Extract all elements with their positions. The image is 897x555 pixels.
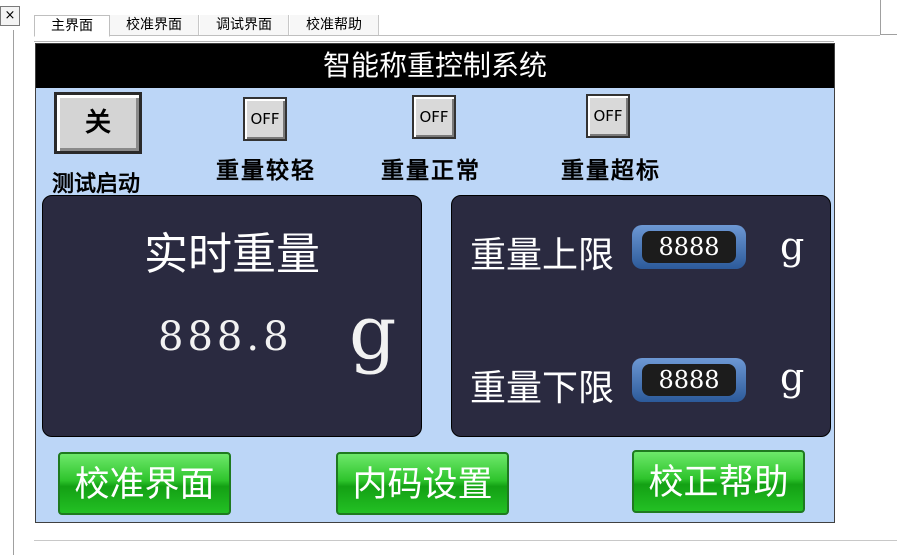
calibration-help-button[interactable]: 校正帮助 <box>632 450 805 513</box>
close-icon[interactable]: × <box>0 6 20 26</box>
left-frame-panel <box>0 30 14 555</box>
upper-limit-unit: g <box>780 224 805 268</box>
frame-corner <box>880 0 897 35</box>
lower-limit-input[interactable]: 8888 <box>632 358 746 402</box>
internal-code-settings-button[interactable]: 内码设置 <box>336 452 509 515</box>
canvas-bottom-divider <box>34 540 897 541</box>
tab-main[interactable]: 主界面 <box>34 15 110 37</box>
weight-light-label: 重量较轻 <box>216 157 316 184</box>
realtime-weight-title: 实时重量 <box>144 229 320 280</box>
upper-limit-value: 8888 <box>642 231 736 263</box>
weight-light-indicator[interactable]: OFF <box>243 97 287 141</box>
tab-calibration[interactable]: 校准界面 <box>110 15 199 35</box>
tab-debug[interactable]: 调试界面 <box>200 15 289 35</box>
realtime-weight-unit: g <box>349 290 397 376</box>
realtime-weight-value: 888.8 <box>158 314 293 360</box>
weight-limits-panel: 重量上限 8888 g 重量下限 8888 g <box>451 195 831 437</box>
realtime-weight-panel: 实时重量 888.8 g <box>42 195 422 437</box>
weight-normal-label: 重量正常 <box>381 157 481 184</box>
lower-limit-unit: g <box>780 355 805 399</box>
test-start-label: 测试启动 <box>52 171 141 197</box>
tab-calibration-help[interactable]: 校准帮助 <box>290 15 379 35</box>
upper-limit-input[interactable]: 8888 <box>632 225 746 269</box>
calibration-screen-button[interactable]: 校准界面 <box>58 452 231 515</box>
hmi-screen: 智能称重控制系统 关 测试启动 OFF 重量较轻 OFF 重量正常 OFF 重量… <box>35 43 835 523</box>
canvas-divider <box>34 41 834 42</box>
lower-limit-value: 8888 <box>642 364 736 396</box>
page-title: 智能称重控制系统 <box>36 44 834 88</box>
weight-over-label: 重量超标 <box>561 157 661 184</box>
weight-over-indicator[interactable]: OFF <box>586 94 630 138</box>
weight-normal-indicator[interactable]: OFF <box>412 95 456 139</box>
screen-tab-bar: 主界面 校准界面 调试界面 校准帮助 <box>34 15 880 37</box>
upper-limit-label: 重量上限 <box>470 235 615 276</box>
lower-limit-label: 重量下限 <box>470 368 615 409</box>
test-start-toggle-button[interactable]: 关 <box>54 92 142 154</box>
